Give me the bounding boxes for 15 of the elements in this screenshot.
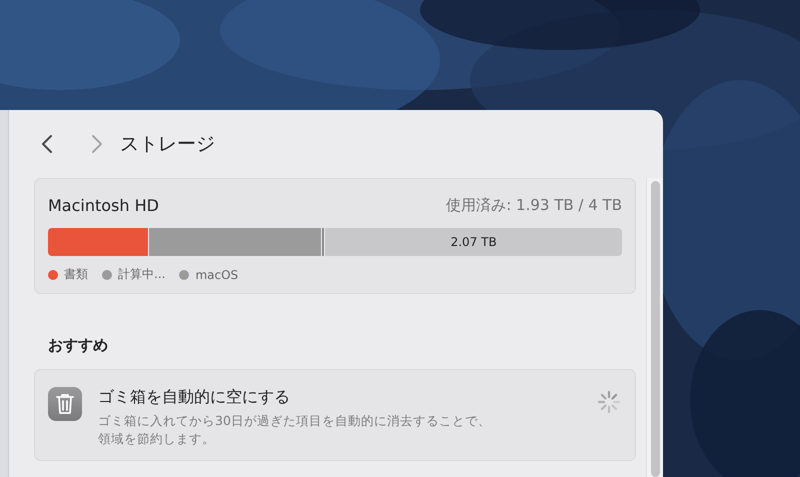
legend-label: macOS: [195, 268, 238, 282]
back-chevron-icon: [40, 134, 54, 154]
loading-spinner-icon: [598, 391, 620, 413]
recommendation-description: ゴミ箱に入れてから30日が過ぎた項目を自動的に消去することで、領域を節約します。: [98, 412, 492, 448]
disk-name: Macintosh HD: [48, 196, 159, 215]
section-heading: おすすめ: [48, 336, 109, 355]
trash-icon: [48, 387, 82, 421]
legend-label: 計算中...: [118, 266, 166, 283]
scrollbar-thumb[interactable]: [650, 181, 660, 477]
window-title: ストレージ: [120, 132, 215, 157]
legend-label: 書類: [64, 266, 88, 283]
disk-usage: 使用済み: 1.93 TB / 4 TB: [446, 196, 622, 215]
free-space-label: 2.07 TB: [450, 234, 498, 251]
forward-chevron-icon: [90, 134, 104, 154]
recommendation-title: ゴミ箱を自動的に空にする: [98, 387, 291, 408]
